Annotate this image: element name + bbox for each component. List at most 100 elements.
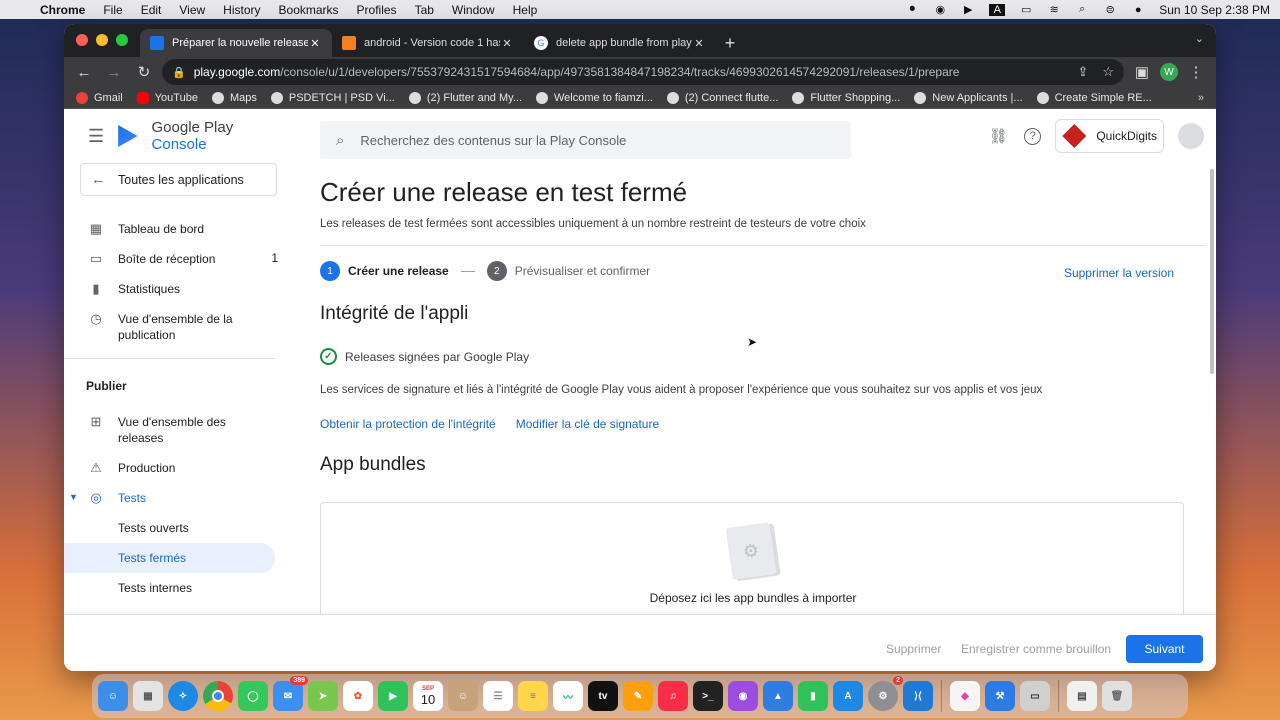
caret-down-icon[interactable]: ▼: [69, 492, 78, 502]
sidebar-item-publishing-overview[interactable]: ◷ Vue d'ensemble de la publication: [64, 304, 288, 350]
appletv-icon[interactable]: tv: [588, 681, 618, 711]
sidebar-item-inbox[interactable]: ▭ Boîte de réception 1: [64, 244, 288, 274]
help-icon[interactable]: ?: [1024, 127, 1042, 145]
chrome-icon[interactable]: [203, 681, 233, 711]
input-source-icon[interactable]: A: [989, 3, 1006, 16]
close-window-button[interactable]: [76, 34, 88, 46]
bookmark-create-simple[interactable]: Create Simple RE...: [1036, 91, 1152, 104]
appstore-icon[interactable]: A: [833, 681, 863, 711]
sidebar-item-dashboard[interactable]: ▦ Tableau de bord: [64, 214, 288, 244]
sidebar-item-tests[interactable]: ▼ ◎ Tests: [64, 483, 288, 513]
menu-clock[interactable]: Sun 10 Sep 2:38 PM: [1159, 3, 1270, 17]
bookmark-star-icon[interactable]: ☆: [1102, 64, 1114, 80]
play-icon[interactable]: ▶: [961, 4, 975, 16]
all-apps-button[interactable]: ← Toutes les applications: [80, 163, 277, 196]
mail-icon[interactable]: ✉ 389: [273, 676, 308, 711]
bookmark-connect-flutter[interactable]: (2) Connect flutte...: [666, 91, 778, 104]
menu-bookmarks[interactable]: Bookmarks: [279, 3, 339, 17]
brand-name[interactable]: Google Play Console: [152, 119, 288, 153]
account-avatar[interactable]: [1178, 123, 1204, 149]
close-tab-icon[interactable]: ✕: [500, 37, 514, 50]
tab-google-search[interactable]: G delete app bundle from play st ✕: [524, 29, 716, 57]
bookmark-flutter-shopping[interactable]: Flutter Shopping...: [792, 91, 900, 104]
vscode-icon[interactable]: ⟩⟨: [903, 681, 933, 711]
menu-profiles[interactable]: Profiles: [357, 3, 397, 17]
safari-icon[interactable]: ✧: [168, 681, 198, 711]
music-icon[interactable]: ♫: [658, 681, 688, 711]
profile-avatar[interactable]: W: [1160, 63, 1178, 81]
facetime-icon[interactable]: ▶: [378, 681, 408, 711]
bookmark-youtube[interactable]: YouTube: [136, 91, 198, 104]
save-draft-button[interactable]: Enregistrer comme brouillon: [961, 642, 1111, 656]
hamburger-menu-icon[interactable]: ☰: [88, 126, 104, 147]
bookmark-gmail[interactable]: Gmail: [76, 91, 123, 104]
control-center-icon[interactable]: ⊜: [1103, 4, 1117, 16]
sidebar-item-releases-overview[interactable]: ⊞ Vue d'ensemble des releases: [64, 407, 288, 453]
maps-icon[interactable]: ➤: [308, 681, 338, 711]
bookmark-maps[interactable]: Maps: [211, 91, 257, 104]
step-2-label[interactable]: Prévisualiser et confirmer: [515, 264, 650, 278]
zoom-window-button[interactable]: [116, 34, 128, 46]
delete-version-link[interactable]: Supprimer la version: [1064, 266, 1174, 280]
spotlight-icon[interactable]: ⌕: [1075, 3, 1089, 16]
freeform-icon[interactable]: 〰: [553, 681, 583, 711]
sidebar-item-production[interactable]: ⚠ Production: [64, 453, 288, 483]
messages-icon[interactable]: ◯: [238, 681, 268, 711]
play-console-logo-icon[interactable]: [118, 125, 138, 147]
change-signing-key-link[interactable]: Modifier la clé de signature: [516, 417, 659, 431]
page-scrollbar[interactable]: [1210, 169, 1214, 374]
numbers-icon[interactable]: ▮: [798, 681, 828, 711]
launchpad-icon[interactable]: ▦: [133, 681, 163, 711]
sidebar-item-closed-tests[interactable]: Tests fermés: [64, 543, 275, 573]
bookmark-fiamzi[interactable]: Welcome to fiamzi...: [536, 91, 653, 104]
reload-button[interactable]: ↻: [132, 60, 156, 84]
address-bar[interactable]: 🔒 play.google.com/console/u/1/developers…: [162, 59, 1124, 85]
settings-icon[interactable]: ⚙ 2: [868, 676, 903, 711]
share-icon[interactable]: ⇪: [1077, 64, 1088, 80]
more-menu-icon[interactable]: ⋮: [1184, 60, 1208, 84]
forward-button[interactable]: →: [102, 60, 126, 84]
minimize-window-button[interactable]: [96, 34, 108, 46]
bookmark-flutter-my[interactable]: (2) Flutter and My...: [408, 91, 522, 104]
menu-edit[interactable]: Edit: [141, 3, 162, 17]
terminal-icon[interactable]: >_: [693, 681, 723, 711]
preview-icon[interactable]: ▤: [1067, 681, 1097, 711]
siri-icon[interactable]: ●: [1131, 4, 1145, 16]
pages-icon[interactable]: ✎: [623, 681, 653, 711]
simulator-icon[interactable]: ▭: [1020, 681, 1050, 711]
podcasts-icon[interactable]: ◉: [728, 681, 758, 711]
wifi-icon[interactable]: ≋: [1047, 4, 1061, 16]
bookmark-psdetch[interactable]: PSDETCH | PSD Vi...: [270, 91, 395, 104]
sidebar-item-internal-tests[interactable]: Tests internes: [64, 573, 288, 603]
sidebar-item-open-tests[interactable]: Tests ouverts: [64, 513, 288, 543]
menu-window[interactable]: Window: [452, 3, 495, 17]
finder-icon[interactable]: ☺: [98, 681, 128, 711]
tab-search-chevron-icon[interactable]: ⌄: [1195, 32, 1204, 45]
get-integrity-protection-link[interactable]: Obtenir la protection de l'intégrité: [320, 417, 496, 431]
menu-view[interactable]: View: [179, 3, 205, 17]
trash-icon[interactable]: 🗑: [1102, 681, 1132, 711]
close-tab-icon[interactable]: ✕: [692, 37, 706, 50]
notes-icon[interactable]: ≡: [518, 681, 548, 711]
app-bundle-dropzone[interactable]: ⚙ Déposez ici les app bundles à importer: [320, 502, 1184, 614]
record-icon[interactable]: ⏺: [905, 3, 919, 16]
step-1-label[interactable]: Créer une release: [348, 264, 449, 278]
link-icon[interactable]: ⛓: [986, 124, 1010, 148]
bookmark-new-applicants[interactable]: New Applicants |...: [914, 91, 1023, 104]
side-panel-icon[interactable]: ▣: [1130, 60, 1154, 84]
lock-icon[interactable]: 🔒: [172, 66, 186, 79]
keynote-icon[interactable]: ▲: [763, 681, 793, 711]
search-input[interactable]: ⌕ Recherchez des contenus sur la Play Co…: [320, 121, 851, 159]
battery-icon[interactable]: ▭: [1019, 4, 1033, 16]
color-picker-icon[interactable]: ◆: [950, 681, 980, 711]
sidebar-item-statistics[interactable]: ▮ Statistiques: [64, 274, 288, 304]
next-button[interactable]: Suivant: [1126, 635, 1203, 663]
menu-help[interactable]: Help: [513, 3, 538, 17]
menu-history[interactable]: History: [223, 3, 260, 17]
tab-play-console[interactable]: Préparer la nouvelle release | G ✕: [140, 29, 332, 57]
menu-tab[interactable]: Tab: [415, 3, 434, 17]
reminders-icon[interactable]: ☰: [483, 681, 513, 711]
menu-file[interactable]: File: [103, 3, 122, 17]
photos-icon[interactable]: ✿: [343, 681, 373, 711]
tab-stackoverflow[interactable]: android - Version code 1 has al ✕: [332, 29, 524, 57]
